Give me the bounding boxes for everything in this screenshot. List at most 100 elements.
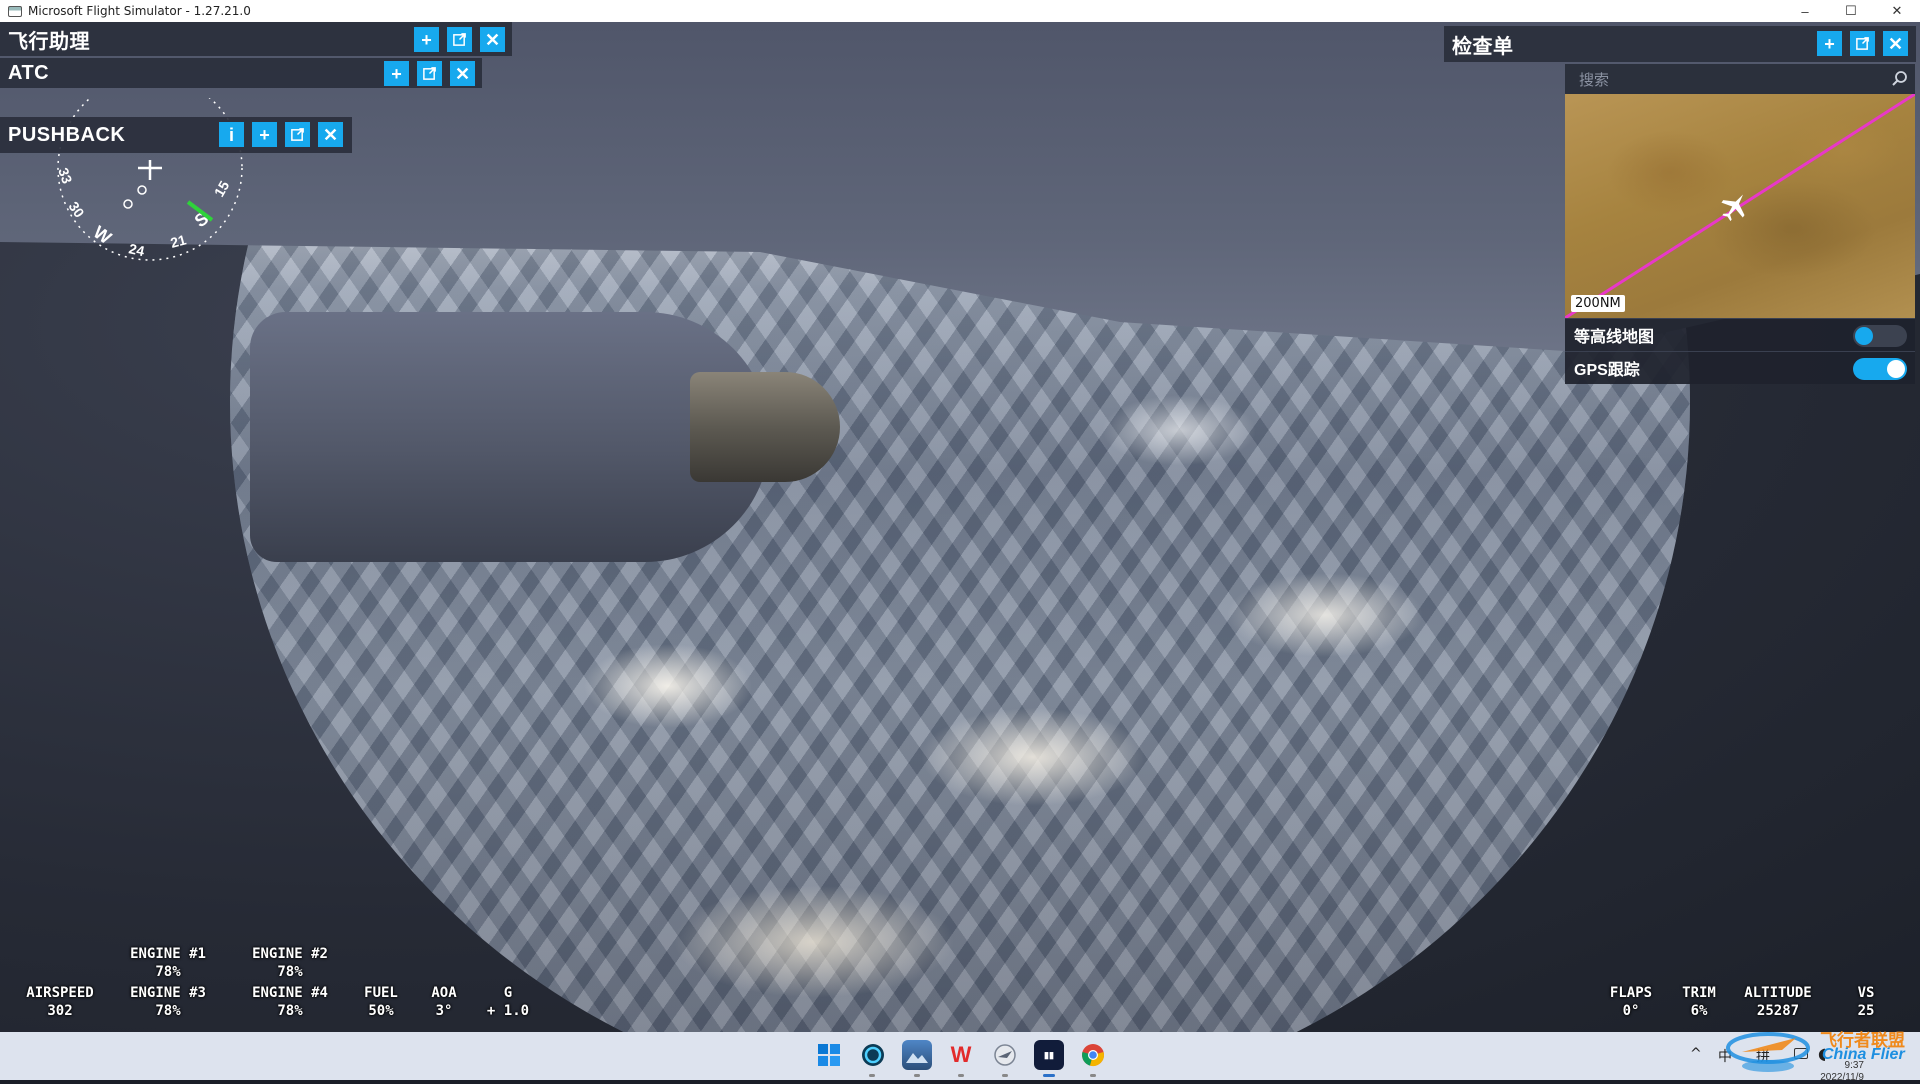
engine-3-value: 78%: [155, 1003, 181, 1019]
popout-button[interactable]: [1850, 31, 1875, 56]
contour-map-toggle[interactable]: [1853, 325, 1907, 347]
windows-taskbar: W ▮▮ ^ 中 拼 ◖: [0, 1032, 1920, 1080]
panel-title: 检查单: [1452, 35, 1514, 58]
engine-2-label: ENGINE #2: [252, 946, 328, 962]
airspeed-value: 302: [47, 1003, 73, 1019]
flaps-value: 0°: [1622, 1003, 1640, 1019]
trim-label: TRIM: [1682, 985, 1716, 1001]
airspeed-readout: AIRSPEED 302: [20, 984, 100, 1020]
engine-4-label: ENGINE #4: [252, 985, 328, 1001]
aoa-label: AOA: [431, 985, 457, 1001]
atc-panel: ATC + ✕: [0, 58, 482, 88]
window-title: Microsoft Flight Simulator - 1.27.21.0: [28, 4, 251, 18]
g-label: G: [503, 985, 513, 1001]
close-panel-button[interactable]: ✕: [480, 27, 505, 52]
altitude-label: ALTITUDE: [1744, 985, 1812, 1001]
compass-label: 21: [169, 231, 188, 251]
popout-button[interactable]: [447, 27, 472, 52]
running-indicator: [1002, 1074, 1008, 1077]
course-dot: [137, 185, 147, 195]
external-window-icon: [453, 33, 466, 46]
add-button[interactable]: +: [1817, 31, 1842, 56]
gps-tracking-label: GPS跟踪: [1574, 361, 1640, 379]
engine-4-value: 78%: [277, 1003, 303, 1019]
window-titlebar: Microsoft Flight Simulator - 1.27.21.0 –…: [0, 0, 1920, 22]
running-indicator: [1090, 1074, 1096, 1077]
vs-label: VS: [1857, 985, 1875, 1001]
trim-value: 6%: [1690, 1003, 1708, 1019]
engine-3-label: ENGINE #3: [130, 985, 206, 1001]
compass-label: 15: [211, 178, 233, 200]
close-panel-button[interactable]: ✕: [1883, 31, 1908, 56]
active-indicator: [1043, 1074, 1055, 1077]
engine-2-readout: ENGINE #2 78%: [240, 945, 340, 981]
map-view[interactable]: 200NM: [1565, 94, 1915, 318]
photos-icon[interactable]: [902, 1040, 932, 1070]
engine-1-readout: ENGINE #1 78%: [118, 945, 218, 981]
china-flier-watermark: 飞行者联盟 China Flier: [1722, 1012, 1912, 1078]
info-button[interactable]: i: [219, 122, 244, 147]
nvidia-icon[interactable]: ▮▮: [1034, 1040, 1064, 1070]
add-button[interactable]: +: [414, 27, 439, 52]
running-indicator: [958, 1074, 964, 1077]
add-button[interactable]: +: [252, 122, 277, 147]
aoa-readout: AOA 3°: [424, 984, 464, 1020]
gps-tracking-toggle[interactable]: [1853, 358, 1907, 380]
compass-label: 30: [66, 199, 88, 221]
flaps-label: FLAPS: [1609, 985, 1653, 1001]
map-scale-label: 200NM: [1571, 295, 1625, 312]
cortana-icon[interactable]: [858, 1040, 888, 1070]
running-indicator: [914, 1074, 920, 1077]
gps-track: [1565, 94, 1915, 318]
flight-assistant-panel: 飞行助理 + ✕: [0, 22, 512, 56]
popout-button[interactable]: [285, 122, 310, 147]
chrome-icon[interactable]: [1078, 1040, 1108, 1070]
windows-start-icon[interactable]: [814, 1040, 844, 1070]
flight-sim-icon[interactable]: [990, 1040, 1020, 1070]
minimize-button[interactable]: –: [1782, 0, 1828, 22]
search-placeholder: 搜索: [1579, 71, 1610, 89]
trim-readout: TRIM 6%: [1674, 984, 1724, 1020]
panel-title: 飞行助理: [8, 30, 90, 53]
gps-tracking-row: GPS跟踪: [1565, 351, 1915, 383]
course-dot: [123, 199, 133, 209]
search-input[interactable]: 搜索: [1565, 64, 1915, 94]
pushback-panel: PUSHBACK i + ✕: [0, 117, 352, 153]
fuel-label: FUEL: [364, 985, 398, 1001]
running-indicator: [869, 1074, 875, 1077]
watermark-en: China Flier: [1822, 1046, 1905, 1063]
airspeed-label: AIRSPEED: [26, 985, 94, 1001]
engine-3-readout: ENGINE #3 78%: [118, 984, 218, 1020]
external-window-icon: [423, 67, 436, 80]
g-value: + 1.0: [486, 1003, 530, 1019]
engine-4-readout: ENGINE #4 78%: [240, 984, 340, 1020]
watermark-logo-icon: [1726, 1032, 1810, 1072]
close-panel-button[interactable]: ✕: [318, 122, 343, 147]
engine-2-value: 78%: [277, 964, 303, 980]
engine-1-label: ENGINE #1: [130, 946, 206, 962]
checklist-panel-header: 检查单 + ✕: [1444, 26, 1916, 62]
panel-title: PUSHBACK: [8, 123, 126, 146]
vfr-map-panel: 搜索 200NM 等高线地图 GPS跟踪: [1565, 64, 1915, 384]
maximize-button[interactable]: ☐: [1828, 0, 1874, 22]
close-panel-button[interactable]: ✕: [450, 61, 475, 86]
flaps-readout: FLAPS 0°: [1604, 984, 1658, 1020]
compass-label: W: [90, 222, 115, 248]
tray-overflow-chevron[interactable]: ^: [1690, 1046, 1702, 1062]
g-force-readout: G + 1.0: [478, 984, 538, 1020]
popout-button[interactable]: [417, 61, 442, 86]
toggle-knob: [1855, 327, 1873, 345]
gps-track-line: [1565, 94, 1915, 318]
panel-title: ATC: [8, 61, 50, 84]
search-icon[interactable]: [1891, 70, 1909, 88]
aoa-value: 3°: [435, 1003, 453, 1019]
add-button[interactable]: +: [384, 61, 409, 86]
window-close-button[interactable]: ✕: [1874, 0, 1920, 22]
engine-exhaust: [690, 372, 840, 482]
wps-office-icon[interactable]: W: [946, 1040, 976, 1070]
toggle-knob: [1887, 360, 1905, 378]
contour-map-row: 等高线地图: [1565, 318, 1915, 350]
contour-map-label: 等高线地图: [1574, 328, 1655, 346]
compass-label: 24: [127, 240, 146, 259]
fuel-value: 50%: [368, 1003, 394, 1019]
